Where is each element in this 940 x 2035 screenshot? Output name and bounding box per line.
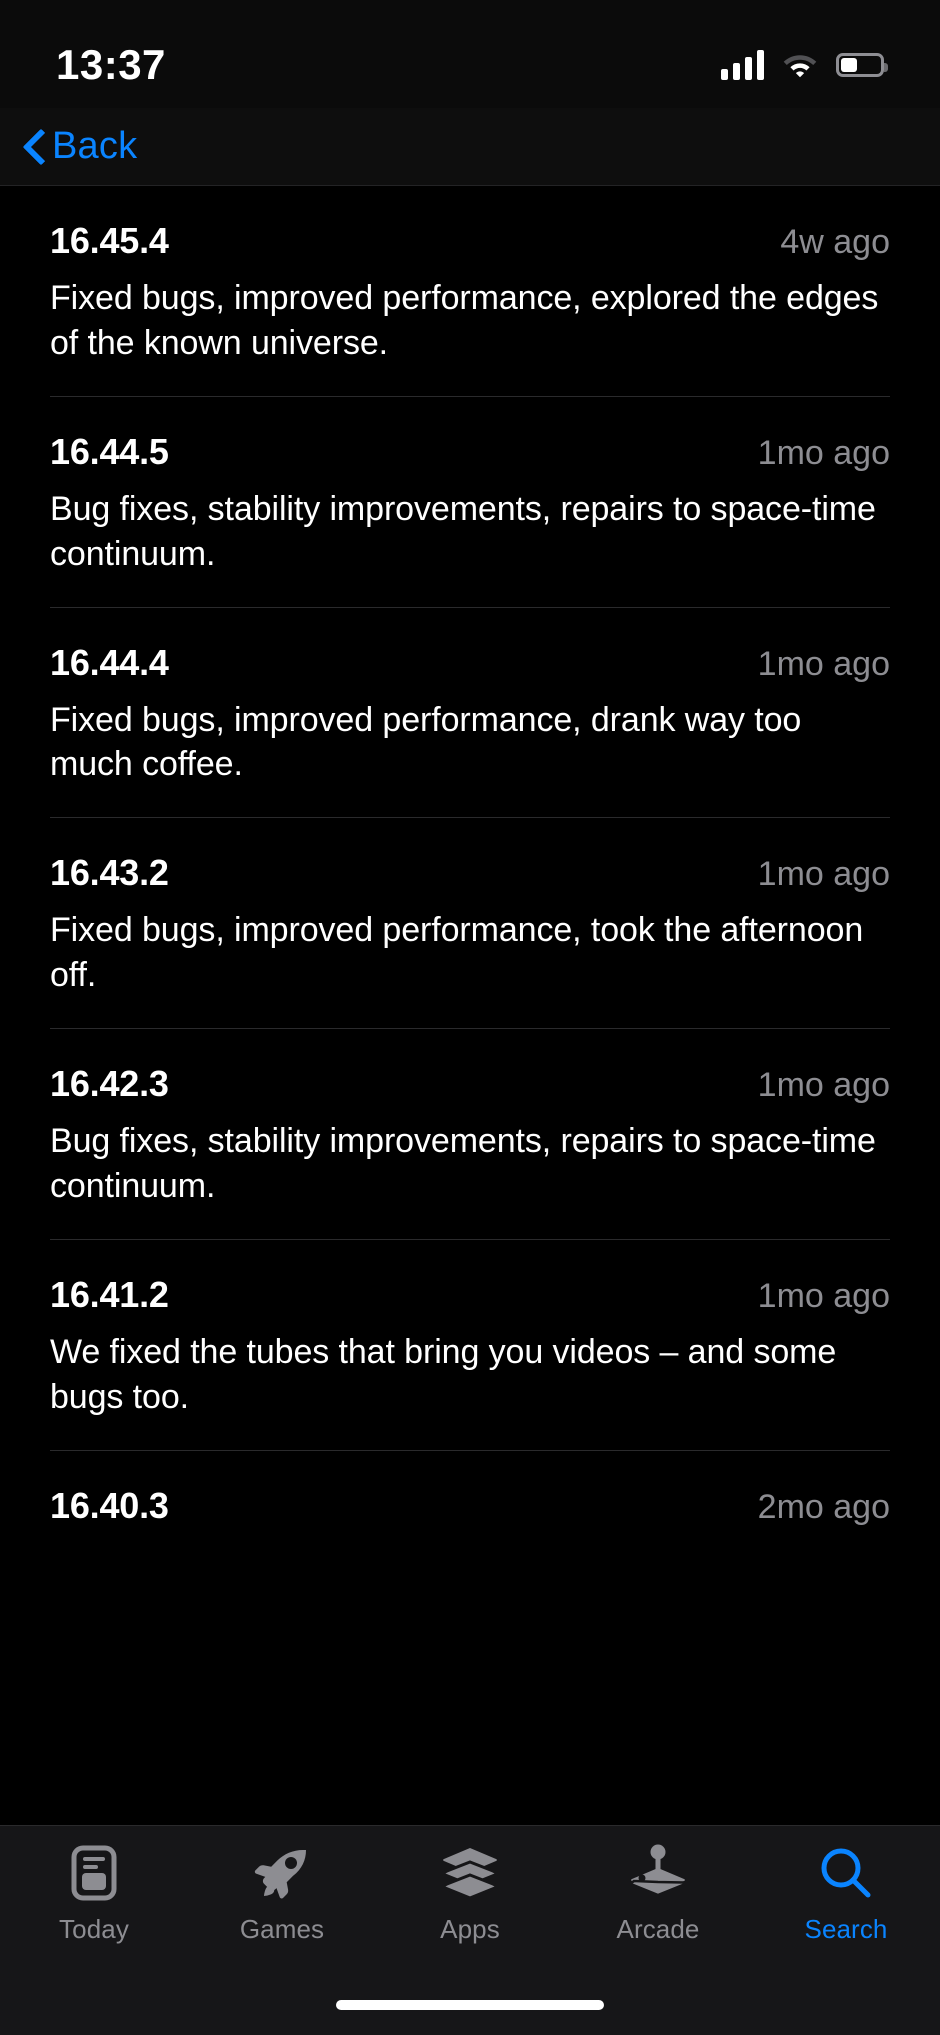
cellular-signal-icon — [721, 50, 764, 80]
tab-apps-label: Apps — [440, 1914, 500, 1944]
version-age: 4w ago — [780, 223, 890, 261]
app-store-version-history-screen: 13:37 Back 16.45.4 4w ago Fixed bugs, im… — [0, 0, 940, 2035]
battery-icon — [836, 53, 888, 77]
status-bar: 13:37 — [0, 0, 940, 108]
tab-apps[interactable]: Apps — [376, 1842, 564, 1945]
version-number: 16.45.4 — [50, 220, 169, 261]
version-release-notes: Fixed bugs, improved performance, took t… — [50, 911, 864, 995]
magnifier-icon — [818, 1842, 874, 1904]
version-number: 16.42.3 — [50, 1063, 169, 1104]
home-indicator-bar[interactable] — [336, 2000, 604, 2010]
version-number: 16.44.5 — [50, 430, 169, 472]
version-number: 16.43.2 — [50, 852, 169, 894]
version-release-notes: Fixed bugs, improved performance, explor… — [50, 279, 879, 362]
version-row: 16.45.4 4w ago Fixed bugs, improved perf… — [0, 186, 940, 397]
version-age: 1mo ago — [757, 644, 890, 683]
navigation-bar: Back — [0, 108, 940, 186]
tab-today-label: Today — [59, 1914, 129, 1944]
tab-games-label: Games — [239, 1914, 325, 1944]
version-row: 16.40.3 2mo ago — [0, 1451, 940, 1571]
status-bar-indicators — [721, 50, 888, 80]
version-age: 1mo ago — [757, 433, 890, 472]
tab-today[interactable]: Today — [0, 1842, 188, 1945]
joystick-icon — [628, 1842, 688, 1904]
version-number: 16.40.3 — [50, 1484, 169, 1526]
tab-bar: Today Games Apps Arcade Search — [0, 1825, 940, 1975]
version-row: 16.44.5 1mo ago Bug fixes, stability imp… — [0, 397, 940, 608]
today-card-icon — [71, 1842, 117, 1904]
home-indicator-area — [0, 1975, 940, 2035]
version-age: 1mo ago — [757, 855, 890, 894]
version-age: 1mo ago — [757, 1276, 890, 1315]
version-number: 16.44.4 — [50, 641, 169, 683]
rocket-icon — [253, 1842, 311, 1904]
wifi-icon — [782, 51, 818, 79]
version-number: 16.41.2 — [50, 1273, 169, 1315]
version-row: 16.42.3 1mo ago Bug fixes, stability imp… — [0, 1029, 940, 1240]
tab-arcade-label: Arcade — [616, 1914, 700, 1944]
version-age: 1mo ago — [757, 1066, 890, 1104]
back-button[interactable]: Back — [22, 125, 137, 168]
version-release-notes: We fixed the tubes that bring you videos… — [50, 1332, 837, 1416]
tab-games[interactable]: Games — [188, 1842, 376, 1945]
version-row: 16.43.2 1mo ago Fixed bugs, improved per… — [0, 818, 940, 1029]
back-button-label: Back — [52, 125, 138, 167]
version-row: 16.44.4 1mo ago Fixed bugs, improved per… — [0, 608, 940, 819]
version-release-notes: Fixed bugs, improved performance, drank … — [50, 700, 802, 784]
version-row: 16.41.2 1mo ago We fixed the tubes that … — [0, 1240, 940, 1451]
version-age: 2mo ago — [757, 1487, 890, 1526]
tab-arcade[interactable]: Arcade — [564, 1842, 752, 1945]
tab-search-label: Search — [804, 1914, 888, 1944]
tab-search[interactable]: Search — [752, 1842, 940, 1945]
chevron-left-icon — [22, 130, 42, 164]
version-history-list[interactable]: 16.45.4 4w ago Fixed bugs, improved perf… — [0, 186, 940, 1825]
version-release-notes: Bug fixes, stability improvements, repai… — [50, 489, 876, 573]
stacked-layers-icon — [441, 1842, 499, 1904]
version-release-notes: Bug fixes, stability improvements, repai… — [50, 1122, 876, 1205]
status-bar-clock: 13:37 — [56, 41, 166, 88]
